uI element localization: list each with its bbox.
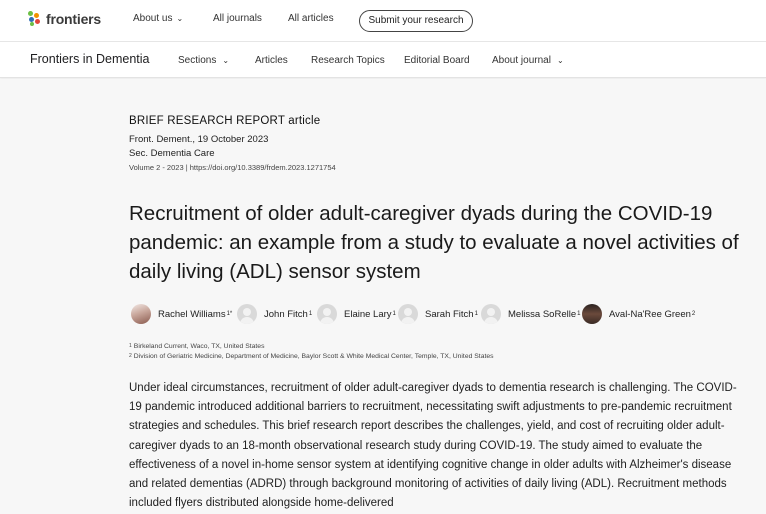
- author-list: Rachel Williams 1* John Fitch 1 Elaine Lar…: [129, 303, 749, 327]
- article-section-link[interactable]: Sec. Dementia Care: [129, 148, 215, 159]
- abstract-text: Under ideal circumstances, recruitment o…: [129, 382, 737, 510]
- subnav-research-topics[interactable]: Research Topics: [311, 55, 385, 66]
- subnav-sections[interactable]: Sections ⌄: [178, 55, 229, 66]
- frontiers-logo[interactable]: frontiers: [28, 11, 101, 27]
- chevron-down-icon: ⌄: [222, 56, 230, 65]
- user-placeholder-icon: [398, 304, 418, 324]
- nav-all-journals[interactable]: All journals: [213, 13, 262, 24]
- subnav-label: Sections: [178, 55, 217, 66]
- article-type: BRIEF RESEARCH REPORT article: [129, 115, 321, 127]
- affiliation-item: 1 Birkeland Current, Waco, TX, United Sta…: [129, 343, 265, 350]
- subnav-articles[interactable]: Articles: [255, 55, 288, 66]
- author-name: Sarah Fitch: [425, 308, 474, 320]
- subnav-label: Articles: [255, 55, 288, 66]
- subnav-editorial-board[interactable]: Editorial Board: [404, 55, 470, 66]
- nav-label: All journals: [213, 13, 262, 24]
- author-item[interactable]: Sarah Fitch 1: [398, 303, 478, 325]
- affiliation-item: 2 Division of Geriatric Medicine, Departm…: [129, 353, 494, 360]
- author-name: Rachel Williams: [158, 308, 226, 320]
- author-item[interactable]: John Fitch 1: [237, 303, 312, 325]
- article-volume-doi[interactable]: Volume 2 - 2023 | https://doi.org/10.338…: [129, 163, 336, 172]
- author-affiliation-sup: 1: [392, 311, 396, 317]
- author-affiliation-sup: 1: [308, 311, 313, 317]
- submit-research-button[interactable]: Submit your research: [359, 10, 473, 32]
- article-main: BRIEF RESEARCH REPORT article Front. Dem…: [0, 79, 766, 514]
- author-item[interactable]: Aval-Na'Ree Green 2: [582, 303, 695, 325]
- article-journal-date: Front. Dement., 19 October 2023: [129, 134, 269, 145]
- journal-name-link[interactable]: Frontiers in Dementia: [30, 52, 150, 66]
- affiliation-sup: 1: [129, 343, 132, 349]
- frontiers-logo-icon: [28, 11, 42, 27]
- author-avatar: [582, 304, 602, 324]
- author-name: Aval-Na'Ree Green: [609, 308, 691, 320]
- author-name: John Fitch: [264, 308, 308, 320]
- article-title: Recruitment of older adult-caregiver dya…: [129, 202, 739, 283]
- author-item[interactable]: Elaine Lary 1: [317, 303, 396, 325]
- chevron-down-icon: ⌄: [176, 14, 184, 23]
- author-affiliation-sup: 1: [577, 311, 581, 317]
- author-item[interactable]: Rachel Williams 1*: [131, 303, 232, 325]
- user-placeholder-icon: [481, 304, 501, 324]
- user-placeholder-icon: [237, 304, 257, 324]
- site-header: frontiers About us ⌄ All journals All art…: [0, 0, 766, 42]
- author-affiliation-sup: 1*: [226, 311, 233, 317]
- subnav-label: Research Topics: [311, 55, 385, 66]
- author-item[interactable]: Melissa SoRelle 1: [481, 303, 580, 325]
- nav-all-articles[interactable]: All articles: [288, 13, 334, 24]
- logo-text: frontiers: [46, 11, 101, 27]
- nav-label: All articles: [288, 13, 334, 24]
- affiliation-text: Division of Geriatric Medicine, Departme…: [133, 353, 494, 360]
- author-affiliation-sup: 1: [474, 311, 478, 317]
- author-affiliation-sup: 2: [691, 311, 696, 317]
- subnav-about-journal[interactable]: About journal ⌄: [492, 55, 564, 66]
- author-avatar: [131, 304, 151, 324]
- nav-label: About us: [133, 13, 173, 24]
- affiliation-text: Birkeland Current, Waco, TX, United Stat…: [133, 343, 265, 350]
- affiliation-sup: 2: [129, 353, 132, 359]
- user-placeholder-icon: [317, 304, 337, 324]
- author-name: Elaine Lary: [344, 308, 392, 320]
- author-name: Melissa SoRelle: [508, 308, 577, 320]
- chevron-down-icon: ⌄: [556, 56, 564, 65]
- subnav-label: About journal: [492, 55, 551, 66]
- nav-about-us[interactable]: About us ⌄: [133, 13, 183, 24]
- subnav-label: Editorial Board: [404, 55, 470, 66]
- journal-header: Frontiers in Dementia Sections ⌄ Articles…: [0, 42, 766, 78]
